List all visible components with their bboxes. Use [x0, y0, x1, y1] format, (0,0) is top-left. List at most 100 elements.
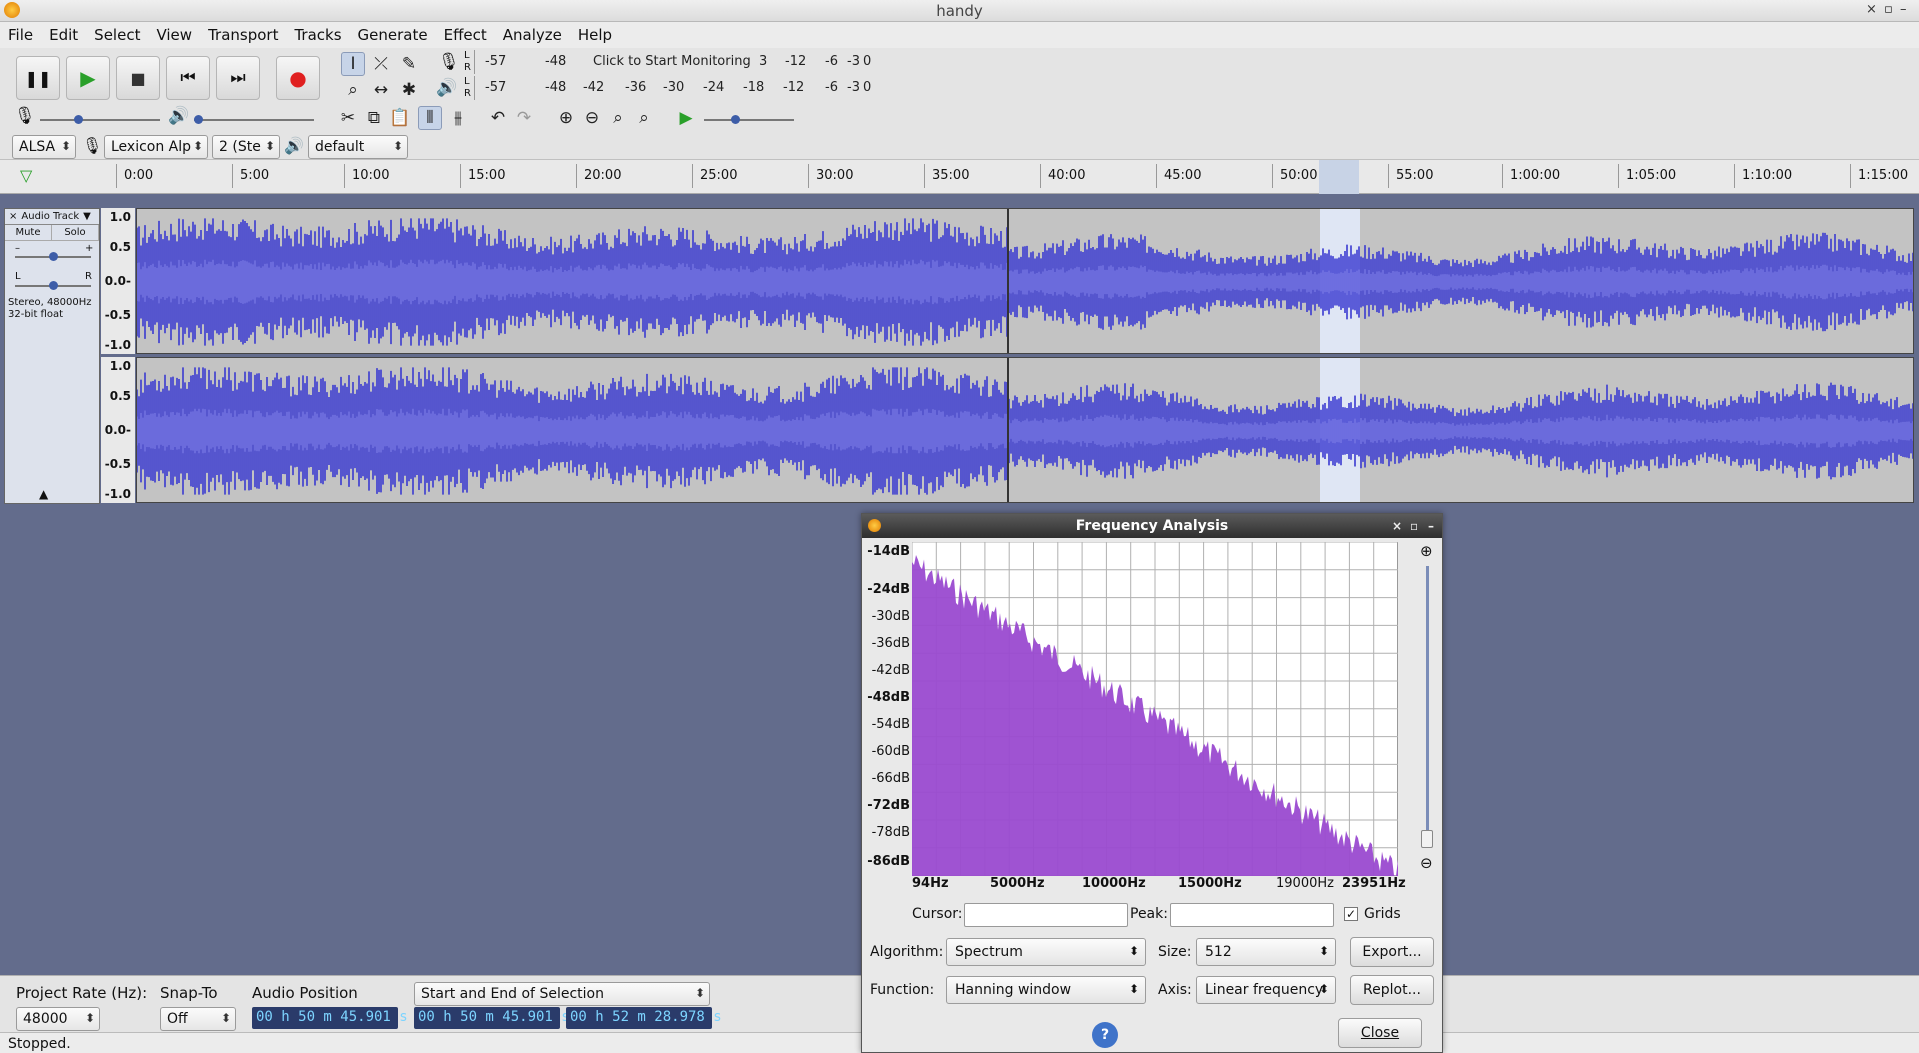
audio-host-select[interactable]: ALSA	[12, 135, 76, 159]
multi-tool-button[interactable]: ✱	[397, 78, 421, 102]
audio-position-field[interactable]: 00 h 50 m 45.901 s	[252, 1007, 408, 1029]
menu-edit[interactable]: Edit	[49, 26, 78, 44]
zoom-out-icon[interactable]: ⊖	[1420, 854, 1433, 872]
vertical-scale-left-channel[interactable]: 1.0 0.5 0.0- -0.5 -1.0	[101, 208, 135, 354]
fit-selection-button[interactable]: ⌕	[606, 106, 630, 130]
dialog-maximize-icon[interactable]: ▫	[1410, 514, 1418, 538]
selection-end-field[interactable]: 00 h 52 m 28.978 s	[566, 1007, 722, 1029]
recording-volume-slider[interactable]	[40, 119, 160, 121]
play-head-icon[interactable]: ▽	[20, 166, 32, 185]
maximize-window-icon[interactable]: ▫	[1884, 2, 1893, 17]
recording-volume-knob[interactable]	[74, 115, 83, 124]
grids-checkbox[interactable]: ✓	[1344, 907, 1358, 921]
close-button[interactable]: Close	[1338, 1018, 1422, 1048]
envelope-tool-button[interactable]: ⤫	[369, 52, 393, 76]
mute-button[interactable]: Mute	[5, 225, 52, 240]
trim-button[interactable]: ⫴	[418, 106, 442, 130]
zoom-in-icon[interactable]: ⊕	[1420, 542, 1433, 560]
playback-volume-knob[interactable]	[194, 115, 203, 124]
spectrum-plot[interactable]	[912, 542, 1398, 876]
track-name[interactable]: Audio Track	[21, 211, 79, 222]
play-speed-slider[interactable]	[704, 119, 794, 121]
solo-button[interactable]: Solo	[52, 225, 99, 240]
menu-generate[interactable]: Generate	[358, 26, 428, 44]
help-icon[interactable]: ?	[1092, 1022, 1118, 1048]
size-select[interactable]: 512	[1196, 938, 1336, 966]
scissors-icon: ✂	[340, 108, 356, 128]
recording-device-select[interactable]: Lexicon Alp	[104, 135, 208, 159]
draw-tool-button[interactable]: ✎	[397, 52, 421, 76]
snap-to-label: Snap-To	[160, 984, 218, 1002]
track-close-icon[interactable]: ×	[9, 211, 17, 222]
close-window-icon[interactable]: ×	[1866, 2, 1877, 17]
menu-transport[interactable]: Transport	[208, 26, 278, 44]
fit-project-button[interactable]: ⌕	[632, 106, 656, 130]
play-at-speed-button[interactable]: ▶	[674, 106, 698, 130]
algorithm-select[interactable]: Spectrum	[946, 938, 1146, 966]
play-button[interactable]: ▶	[66, 56, 110, 100]
zoom-tool-button[interactable]: ⌕	[341, 78, 365, 102]
copy-button[interactable]: ⧉	[362, 106, 386, 130]
play-speed-knob[interactable]	[731, 115, 740, 124]
record-meter[interactable]: -57 -48 Click to Start Monitoring 3 -12 …	[474, 50, 874, 74]
paste-button[interactable]: 📋	[388, 106, 412, 130]
timeshift-tool-button[interactable]: ↔	[369, 78, 393, 102]
dialog-minimize-icon[interactable]: –	[1428, 514, 1434, 538]
playback-volume-slider[interactable]	[194, 119, 314, 121]
pan-knob[interactable]	[49, 281, 58, 290]
meter-monitor-prompt[interactable]: Click to Start Monitoring	[593, 54, 751, 69]
collapse-track-icon[interactable]: ▲	[39, 487, 48, 501]
gain-knob[interactable]	[49, 252, 58, 261]
menu-help[interactable]: Help	[578, 26, 612, 44]
waveform-left-channel[interactable]	[136, 208, 1914, 354]
selection-tool-button[interactable]: I	[341, 52, 365, 76]
selection-start-field[interactable]: 00 h 50 m 45.901 s	[414, 1007, 570, 1029]
track-header[interactable]: × Audio Track ▼	[5, 209, 99, 225]
ruler-tick: 5:00	[231, 164, 270, 188]
export-button[interactable]: Export...	[1350, 937, 1434, 967]
waveform-right-channel[interactable]	[136, 357, 1914, 503]
recording-channels-select[interactable]: 2 (Ste	[212, 135, 280, 159]
cut-button[interactable]: ✂	[336, 106, 360, 130]
meter-tick: -12	[785, 54, 807, 69]
zoom-in-button[interactable]: ⊕	[554, 106, 578, 130]
menu-view[interactable]: View	[156, 26, 192, 44]
playback-meter[interactable]: -57 -48 -42 -36 -30 -24 -18 -12 -6 -3 0	[474, 76, 874, 100]
meter-tick: -42	[583, 80, 605, 95]
snap-to-select[interactable]: Off	[160, 1007, 236, 1031]
function-select[interactable]: Hanning window	[946, 976, 1146, 1004]
play-meter-speaker-icon[interactable]: 🔊	[436, 78, 457, 98]
minimize-window-icon[interactable]: –	[1900, 2, 1907, 17]
plot-zoom-slider[interactable]	[1426, 566, 1429, 844]
menu-file[interactable]: File	[8, 26, 33, 44]
redo-button[interactable]: ↷	[512, 106, 536, 130]
hz-label: 23951Hz	[1342, 876, 1406, 891]
axis-select[interactable]: Linear frequency	[1196, 976, 1336, 1004]
playback-device-select[interactable]: default	[308, 135, 408, 159]
menu-analyze[interactable]: Analyze	[503, 26, 562, 44]
gain-minus-label: –	[15, 243, 20, 254]
silence-button[interactable]: ⫵	[446, 106, 470, 130]
undo-button[interactable]: ↶	[486, 106, 510, 130]
menu-select[interactable]: Select	[94, 26, 140, 44]
stop-button[interactable]: ■	[116, 56, 160, 100]
project-rate-select[interactable]: 48000	[16, 1007, 100, 1031]
record-button[interactable]: ●	[276, 56, 320, 100]
zoom-out-button[interactable]: ⊖	[580, 106, 604, 130]
replot-button[interactable]: Replot...	[1350, 975, 1434, 1005]
dialog-close-icon[interactable]: ×	[1392, 514, 1402, 538]
track-menu-chevron-icon[interactable]: ▼	[83, 211, 91, 222]
timeline-ruler[interactable]: ▽ 0:00 5:00 10:00 15:00 20:00 25:00 30:0…	[0, 160, 1919, 194]
plot-zoom-knob[interactable]	[1421, 830, 1433, 848]
selection-mode-select[interactable]: Start and End of Selection	[414, 982, 710, 1006]
peak-label: Peak:	[1130, 906, 1168, 922]
skip-to-start-button[interactable]: ⏮	[166, 56, 210, 100]
selection-region-ruler[interactable]	[1319, 160, 1359, 194]
pause-button[interactable]: ❚❚	[16, 56, 60, 100]
menu-tracks[interactable]: Tracks	[294, 26, 341, 44]
record-meter-mic-icon[interactable]: 🎙	[438, 52, 460, 72]
menu-effect[interactable]: Effect	[444, 26, 487, 44]
skip-to-end-button[interactable]: ⏭	[216, 56, 260, 100]
dialog-titlebar[interactable]: Frequency Analysis × ▫ –	[862, 514, 1442, 538]
vertical-scale-right-channel[interactable]: 1.0 0.5 0.0- -0.5 -1.0	[101, 357, 135, 503]
